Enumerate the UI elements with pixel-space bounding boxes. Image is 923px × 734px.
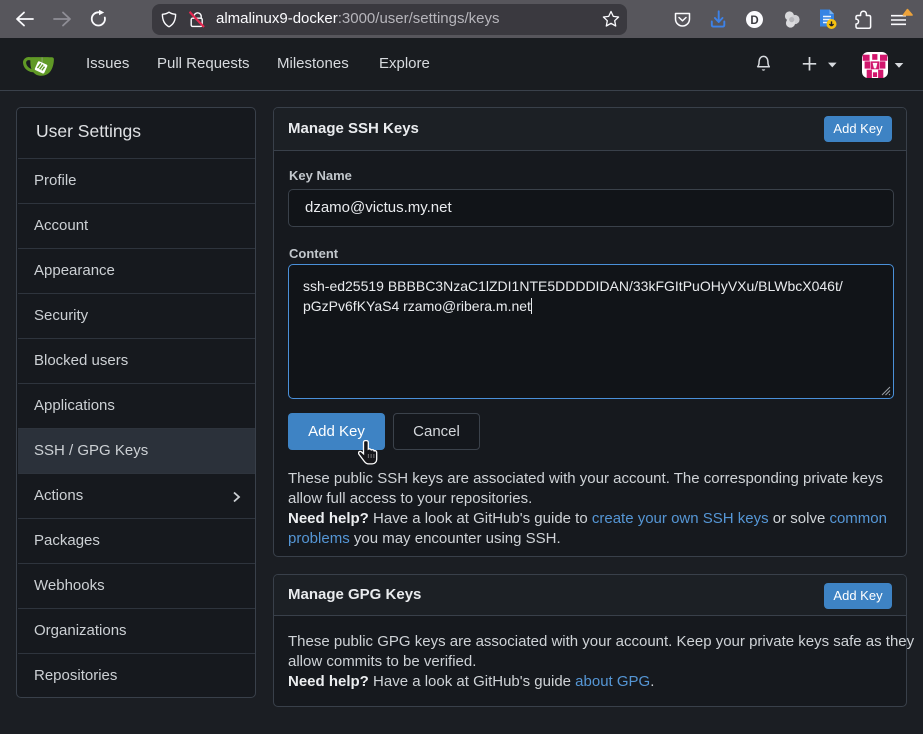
svg-text:D: D (750, 15, 758, 27)
